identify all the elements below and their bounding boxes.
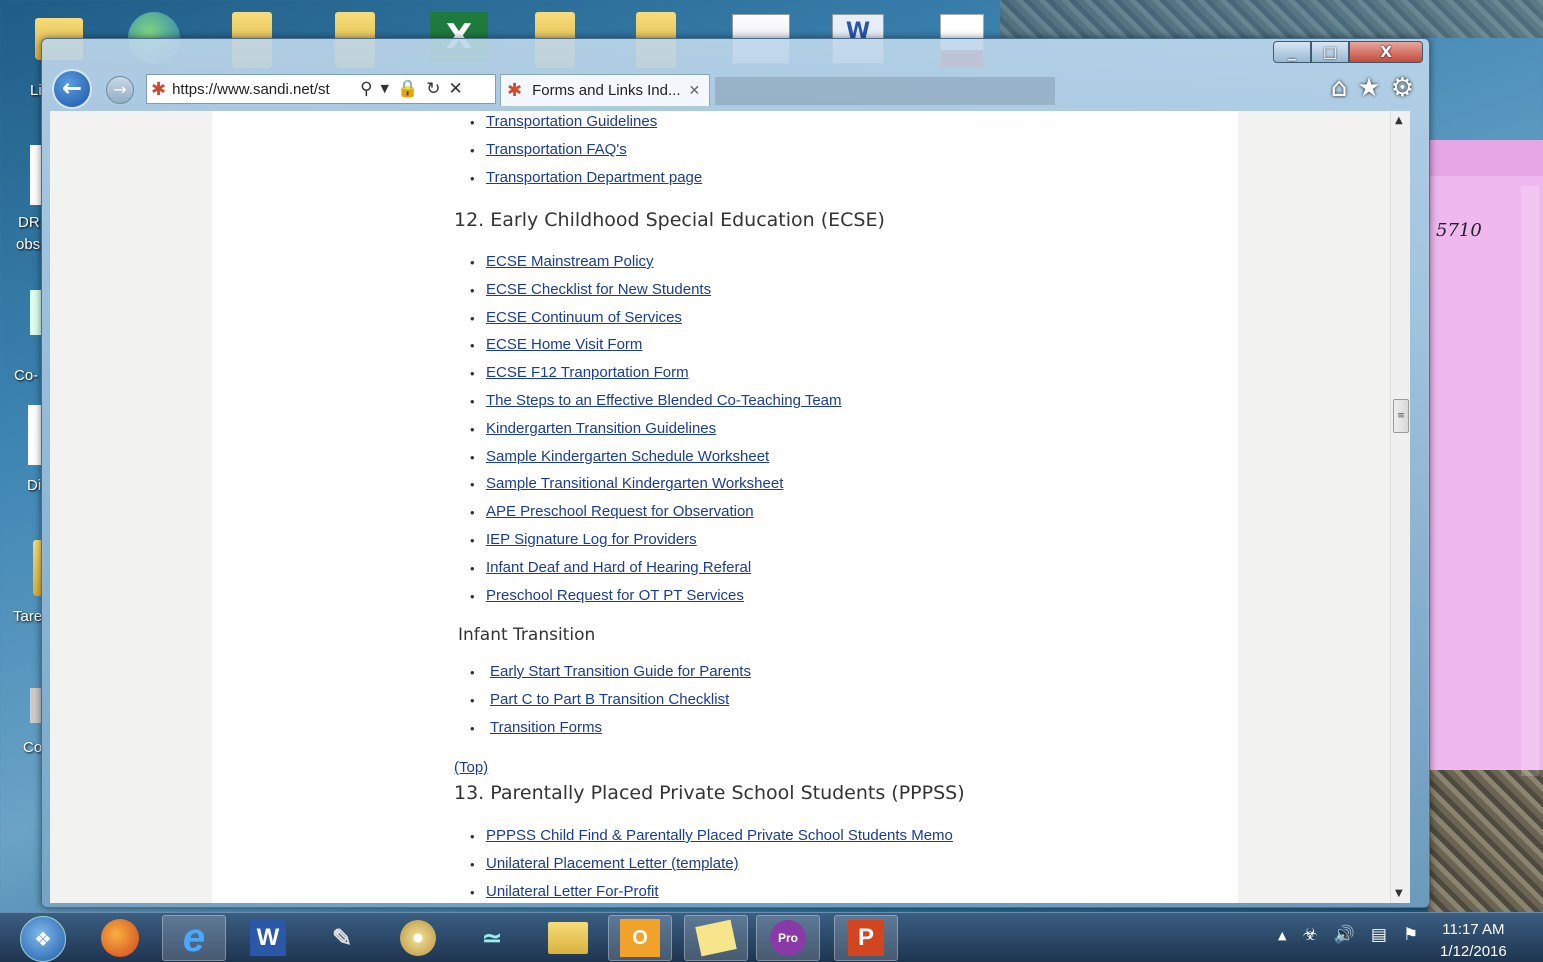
desktop-label: DR xyxy=(18,214,40,231)
desktop-label: obs xyxy=(16,236,41,253)
site-favicon-icon: ✱ xyxy=(151,78,167,100)
tab-close-icon[interactable]: ✕ xyxy=(689,83,701,99)
desktop-label: Di xyxy=(27,477,42,494)
section-12-heading: 12. Early Childhood Special Education (E… xyxy=(454,209,885,231)
desktop-label: Tare xyxy=(13,608,43,625)
lock-icon[interactable]: 🔒 xyxy=(397,79,418,99)
favorites-star-icon[interactable]: ★ xyxy=(1357,73,1380,103)
search-icon[interactable]: ⚲ xyxy=(360,79,372,99)
link-transportation-faq[interactable]: Transportation FAQ's xyxy=(486,141,627,158)
browser-window: _ □ X ← → ✱ https://www.sandi.net/st ⚲ ▼… xyxy=(41,38,1430,908)
network-tray-icon[interactable]: ☣ xyxy=(1302,925,1317,947)
refresh-icon[interactable]: ↻ xyxy=(426,79,440,99)
scroll-down-icon[interactable]: ▼ xyxy=(1395,888,1403,899)
scroll-up-icon[interactable]: ▲ xyxy=(1395,115,1403,126)
link-early-start-guide[interactable]: Early Start Transition Guide for Parents xyxy=(490,663,751,680)
link-preschool-ot-pt[interactable]: Preschool Request for OT PT Services xyxy=(486,587,744,604)
link-co-teaching[interactable]: The Steps to an Effective Blended Co-Tea… xyxy=(486,392,842,409)
section-13-heading: 13. Parentally Placed Private School Stu… xyxy=(454,782,965,804)
link-ecse-checklist[interactable]: ECSE Checklist for New Students xyxy=(486,281,711,298)
link-ecse-continuum[interactable]: ECSE Continuum of Services xyxy=(486,309,682,326)
desktop-label: Li xyxy=(30,82,42,99)
tool-icon[interactable]: ✎ xyxy=(310,915,374,961)
desktop-rocks-top xyxy=(1000,0,1543,38)
outlook-icon[interactable]: O xyxy=(608,915,672,961)
address-bar[interactable]: ✱ https://www.sandi.net/st ⚲ ▼ 🔒 ↻ ✕ xyxy=(146,74,496,104)
desktop-label: Co xyxy=(23,739,43,756)
clock-date: 1/12/2016 xyxy=(1440,943,1507,960)
link-unilateral-template[interactable]: Unilateral Placement Letter (template) xyxy=(486,855,739,872)
flag-icon[interactable]: ⚑ xyxy=(1403,925,1418,947)
background-tabs xyxy=(715,77,1055,105)
link-pppss-memo[interactable]: PPPSS Child Find & Parentally Placed Pri… xyxy=(486,827,953,844)
maximize-button[interactable]: □ xyxy=(1311,41,1349,63)
link-kinder-schedule[interactable]: Sample Kindergarten Schedule Worksheet xyxy=(486,448,769,465)
tab-favicon-icon: ✱ xyxy=(507,80,523,101)
link-ecse-f12[interactable]: ECSE F12 Tranportation Form xyxy=(486,364,689,381)
media-icon[interactable] xyxy=(386,915,450,961)
link-ape-preschool[interactable]: APE Preschool Request for Observation xyxy=(486,503,754,520)
firefox-icon[interactable] xyxy=(88,915,152,961)
forward-arrow-icon[interactable]: → xyxy=(106,76,134,104)
ie-icon[interactable]: e xyxy=(162,915,226,961)
sticky-note[interactable]: 5710 xyxy=(1428,140,1543,776)
link-kinder-transition[interactable]: Kindergarten Transition Guidelines xyxy=(486,420,716,437)
desktop-rocks xyxy=(1428,770,1543,912)
link-unilateral-for-profit[interactable]: Unilateral Letter For-Profit xyxy=(486,883,659,900)
sticky-note-text[interactable]: 5710 xyxy=(1436,220,1482,241)
system-tray: ▲ ☣ 🔊 ▤ ⚑ xyxy=(1278,925,1418,947)
url-text[interactable]: https://www.sandi.net/st xyxy=(172,81,352,98)
explorer-icon[interactable] xyxy=(536,915,600,961)
desktop-label: Co- xyxy=(14,367,39,384)
word-icon[interactable]: W xyxy=(236,915,300,961)
tab-title: Forms and Links Ind... xyxy=(532,82,681,99)
back-arrow-icon[interactable]: ← xyxy=(52,69,92,109)
close-button[interactable]: X xyxy=(1349,41,1423,63)
toolbar-right: ⌂ ★ ⚙ xyxy=(1331,73,1414,103)
link-infant-deaf[interactable]: Infant Deaf and Hard of Hearing Referal xyxy=(486,559,751,576)
minimize-button[interactable]: _ xyxy=(1273,41,1311,63)
top-link[interactable]: (Top) xyxy=(454,759,488,776)
clock[interactable]: 11:17 AM 1/12/2016 xyxy=(1440,919,1507,962)
navigation-bar: ← → ✱ https://www.sandi.net/st ⚲ ▼ 🔒 ↻ ✕… xyxy=(50,69,1420,109)
page-viewport: • Transportation Guidelines • Transportati… xyxy=(50,111,1410,903)
infant-transition-heading: Infant Transition xyxy=(458,625,596,645)
link-transitional-kinder[interactable]: Sample Transitional Kindergarten Workshe… xyxy=(486,475,783,492)
windows-logo-icon: ❖ xyxy=(34,927,52,951)
dropdown-icon[interactable]: ▼ xyxy=(381,79,389,99)
desktop-shortcut-icon[interactable] xyxy=(28,405,42,465)
scrollbar-thumb[interactable]: ≡ xyxy=(1393,399,1409,433)
address-tools: ⚲ ▼ 🔒 ↻ ✕ xyxy=(360,79,463,99)
home-icon[interactable]: ⌂ xyxy=(1331,73,1348,103)
display-icon[interactable]: ▤ xyxy=(1371,925,1387,947)
link-iep-signature-log[interactable]: IEP Signature Log for Providers xyxy=(486,531,697,548)
taskbar: ❖ e W ✎ ≃ O Pro P ▲ ☣ 🔊 ▤ ⚑ 11:17 AM 1/1… xyxy=(0,912,1543,962)
tab-forms-and-links[interactable]: ✱ Forms and Links Ind... ✕ xyxy=(500,74,710,106)
window-controls: _ □ X xyxy=(1273,41,1423,63)
link-transition-forms[interactable]: Transition Forms xyxy=(490,719,602,736)
link-transportation-guidelines[interactable]: Transportation Guidelines xyxy=(486,113,657,130)
link-ecse-mainstream-policy[interactable]: ECSE Mainstream Policy xyxy=(486,253,654,270)
network-icon[interactable]: ≃ xyxy=(460,915,524,961)
stop-icon[interactable]: ✕ xyxy=(448,79,462,99)
sticky-note-scrollbar[interactable] xyxy=(1521,186,1539,776)
powerpoint-icon[interactable]: P xyxy=(834,915,898,961)
clock-time: 11:17 AM xyxy=(1442,921,1505,938)
link-ecse-home-visit[interactable]: ECSE Home Visit Form xyxy=(486,336,642,353)
pdf-pro-icon[interactable]: Pro xyxy=(756,915,820,961)
start-button[interactable]: ❖ xyxy=(20,916,66,962)
link-transportation-department[interactable]: Transportation Department page xyxy=(486,169,702,186)
notes-icon[interactable] xyxy=(684,915,748,961)
vertical-scrollbar[interactable]: ▲ ≡ ▼ xyxy=(1390,111,1410,903)
link-part-c-to-b[interactable]: Part C to Part B Transition Checklist xyxy=(490,691,729,708)
volume-icon[interactable]: 🔊 xyxy=(1334,925,1355,947)
show-hidden-icons-icon[interactable]: ▲ xyxy=(1278,925,1286,947)
gear-icon[interactable]: ⚙ xyxy=(1391,73,1414,103)
